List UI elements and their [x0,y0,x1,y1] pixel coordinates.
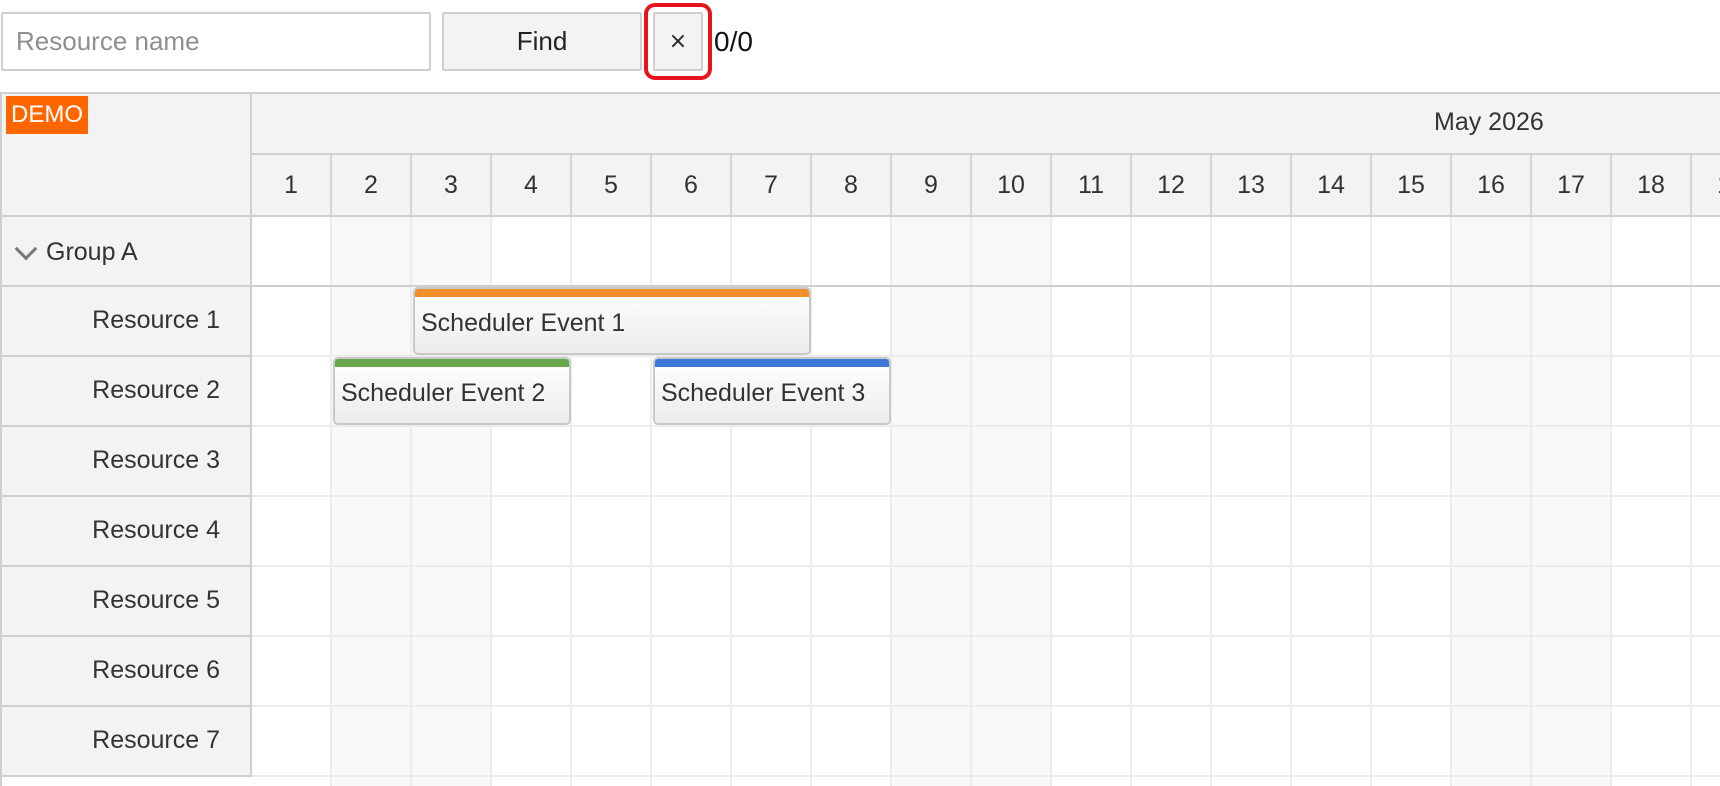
day-header-cell: 19 [1692,155,1720,215]
day-header-cell: 10 [972,155,1052,215]
group-label: Group A [46,238,138,266]
day-header-cell: 16 [1452,155,1532,215]
month-label: May 2026 [1434,108,1544,136]
grid-row-divider [252,635,1720,637]
resource-list: Group A Resource 1 Resource 2 Resource 3 Res… [0,217,252,786]
event-color-bar [655,359,889,367]
grid-column[interactable] [1212,217,1292,786]
day-header-cell: 12 [1132,155,1212,215]
grid-column[interactable] [1372,217,1452,786]
grid-row-divider [252,775,1720,777]
resource-row-header[interactable]: Resource 7 [2,707,252,777]
grid-column[interactable] [1692,217,1720,786]
grid-column[interactable] [1052,217,1132,786]
toolbar: Find × 0/0 [0,0,1720,86]
scheduler-event[interactable]: Scheduler Event 3 [653,357,891,425]
scheduler-event[interactable]: Scheduler Event 2 [333,357,571,425]
find-button[interactable]: Find [442,12,642,71]
event-color-bar [335,359,569,367]
resource-row-header[interactable]: Resource 6 [2,637,252,707]
grid-column[interactable] [1132,217,1212,786]
day-header: 12345678910111213141516171819 [252,155,1720,217]
grid-column[interactable] [1532,217,1612,786]
clear-search-button[interactable]: × [644,3,712,80]
demo-badge: DEMO [6,96,88,134]
group-row-header[interactable]: Group A [2,217,252,287]
grid-column[interactable] [972,217,1052,786]
scheduler-event[interactable]: Scheduler Event 1 [413,287,811,355]
grid-column[interactable] [1452,217,1532,786]
day-header-cell: 4 [492,155,572,215]
chevron-down-icon[interactable] [14,237,38,261]
day-header-cell: 7 [732,155,812,215]
day-header-cell: 2 [332,155,412,215]
day-header-cell: 3 [412,155,492,215]
day-header-cell: 5 [572,155,652,215]
day-header-cell: 13 [1212,155,1292,215]
day-header-cell: 17 [1532,155,1612,215]
grid-column[interactable] [252,217,332,786]
event-label: Scheduler Event 3 [661,379,866,407]
day-header-cell: 15 [1372,155,1452,215]
resource-row-header[interactable]: Resource 2 [2,357,252,427]
day-header-cell: 8 [812,155,892,215]
event-label: Scheduler Event 1 [421,309,626,337]
grid-row-divider [252,565,1720,567]
grid-column[interactable] [892,217,972,786]
day-header-cell: 11 [1052,155,1132,215]
month-header: May 2026 [252,94,1720,155]
grid-row-divider [252,495,1720,497]
scheduler-grid[interactable]: Scheduler Event 1 Scheduler Event 2 Schedu… [252,217,1720,786]
day-header-cell: 9 [892,155,972,215]
scheduler-corner: DEMO [0,94,252,217]
day-header-cell: 14 [1292,155,1372,215]
event-label: Scheduler Event 2 [341,379,546,407]
resource-row-header[interactable]: Resource 5 [2,567,252,637]
grid-row-divider [252,705,1720,707]
day-header-cell: 18 [1612,155,1692,215]
scheduler: DEMO May 2026 1 2 3 4 5 6 7 8 9 10 11 12 13 14 15 16 17 1… [0,92,1720,786]
grid-row-divider [252,425,1720,427]
resource-row-header[interactable]: Resource 1 [2,287,252,357]
resource-row-header[interactable]: Resource 3 [2,427,252,497]
match-count: 0/0 [714,26,753,57]
resource-search-input[interactable] [1,12,431,71]
grid-column[interactable] [1292,217,1372,786]
day-header-cell: 1 [252,155,332,215]
grid-column[interactable] [332,217,412,786]
resource-row-header[interactable]: Resource 4 [2,497,252,567]
grid-column[interactable] [812,217,892,786]
grid-column[interactable] [1612,217,1692,786]
event-color-bar [415,289,809,297]
day-header-cell: 6 [652,155,732,215]
